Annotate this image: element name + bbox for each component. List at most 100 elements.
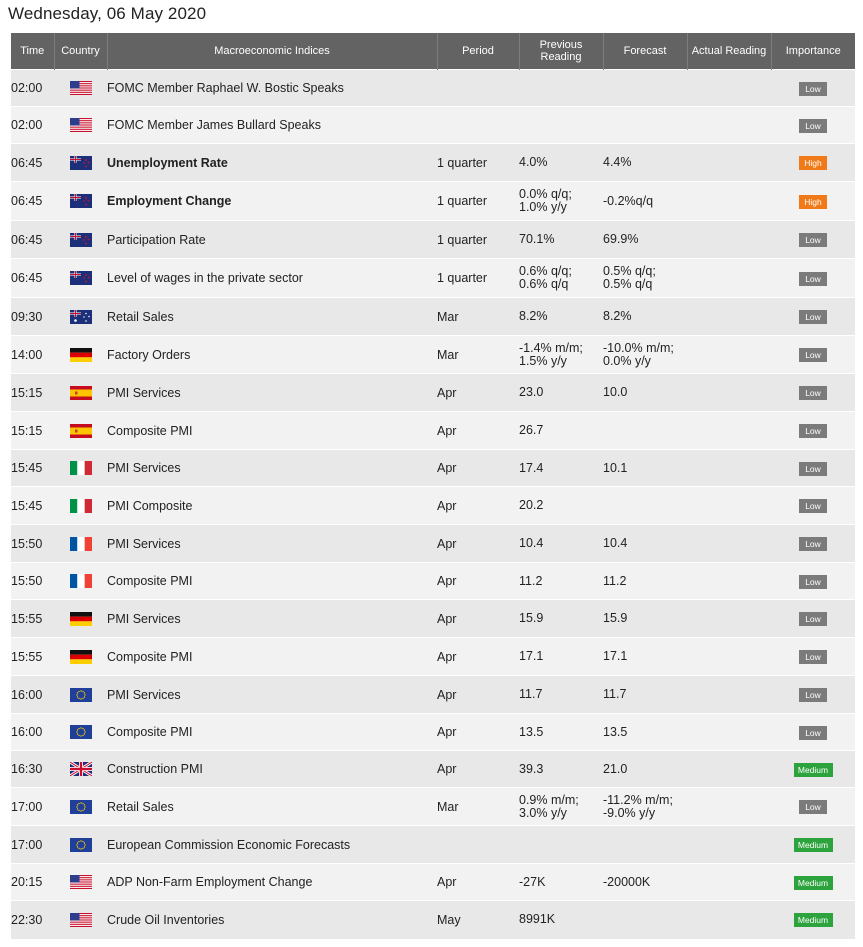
eu-flag-icon bbox=[69, 687, 92, 702]
table-row: 02:00 FOMC Member Raphael W. Bostic Speak… bbox=[11, 69, 855, 107]
row-forecast: 15.9 bbox=[603, 599, 687, 638]
previous-line1: 8.2% bbox=[519, 309, 548, 323]
header-time: Time bbox=[11, 33, 55, 70]
au-flag-icon bbox=[69, 309, 92, 324]
forecast-line2: 0.0% y/y bbox=[603, 353, 651, 368]
indicator-name: PMI Services bbox=[107, 687, 181, 702]
row-actual bbox=[687, 599, 771, 638]
importance-badge: Low bbox=[799, 118, 827, 133]
row-actual bbox=[687, 787, 771, 826]
row-forecast bbox=[603, 69, 687, 107]
indicator-name: Crude Oil Inventories bbox=[107, 912, 225, 927]
row-importance: Medium bbox=[771, 863, 855, 901]
row-time: 15:50 bbox=[11, 524, 54, 563]
eu-flag-icon bbox=[69, 725, 92, 740]
row-country bbox=[54, 335, 107, 374]
row-actual bbox=[687, 106, 771, 144]
row-period: Apr bbox=[437, 675, 519, 714]
row-forecast: -10.0% m/m; 0.0% y/y bbox=[603, 335, 687, 374]
forecast-line1: -11.2% m/m; bbox=[603, 792, 673, 807]
row-previous: 11.2 bbox=[519, 562, 603, 600]
indicator-name: Unemployment Rate bbox=[107, 155, 228, 170]
indicator-name: PMI Services bbox=[107, 611, 181, 626]
row-indicator: PMI Services bbox=[107, 524, 437, 563]
row-period: Apr bbox=[437, 599, 519, 638]
row-period: Apr bbox=[437, 373, 519, 412]
row-country bbox=[54, 411, 107, 450]
row-time: 06:45 bbox=[11, 143, 54, 182]
row-forecast: 10.4 bbox=[603, 524, 687, 563]
nz-flag-icon bbox=[69, 271, 92, 286]
row-previous: 39.3 bbox=[519, 750, 603, 788]
row-time: 15:45 bbox=[11, 449, 54, 487]
row-period: Apr bbox=[437, 486, 519, 525]
row-indicator: ADP Non-Farm Employment Change bbox=[107, 863, 437, 901]
row-importance: Low bbox=[771, 411, 855, 450]
row-previous: 20.2 bbox=[519, 486, 603, 525]
row-time: 02:00 bbox=[11, 69, 54, 107]
row-country bbox=[54, 825, 107, 864]
forecast-line1: 11.7 bbox=[603, 687, 627, 701]
importance-badge: Low bbox=[799, 574, 827, 589]
table-row: 15:15 Composite PMI Apr 26.7 Low bbox=[11, 411, 855, 450]
row-indicator: PMI Services bbox=[107, 675, 437, 714]
importance-badge: Low bbox=[799, 233, 827, 247]
row-period: Apr bbox=[437, 637, 519, 676]
table-row: 14:00 Factory Orders Mar -1.4% m/m; 1.5% y/y… bbox=[11, 335, 855, 374]
row-actual bbox=[687, 449, 771, 487]
forecast-line1: 13.5 bbox=[603, 724, 628, 739]
importance-badge: Low bbox=[799, 688, 827, 702]
table-row: 06:45 Employment Change 1 quarter 0.0% q/q;… bbox=[11, 181, 855, 221]
row-previous: 17.1 bbox=[519, 637, 603, 676]
forecast-line1: 15.9 bbox=[603, 611, 628, 625]
row-country bbox=[54, 258, 107, 298]
row-period bbox=[437, 825, 519, 864]
row-previous bbox=[519, 825, 603, 864]
row-indicator: Retail Sales bbox=[107, 297, 437, 336]
importance-badge: Medium bbox=[793, 913, 833, 928]
previous-line2: 3.0% y/y bbox=[519, 805, 567, 820]
forecast-line1: 17.1 bbox=[603, 649, 628, 663]
row-indicator: PMI Services bbox=[107, 373, 437, 412]
row-country bbox=[54, 449, 107, 487]
importance-badge: Low bbox=[799, 800, 827, 814]
previous-line2: 0.6% q/q bbox=[519, 277, 569, 291]
row-previous: 11.7 bbox=[519, 675, 603, 714]
row-previous: 0.9% m/m; 3.0% y/y bbox=[519, 787, 603, 826]
row-time: 20:15 bbox=[11, 863, 54, 901]
previous-line1: 4.0% bbox=[519, 155, 548, 169]
row-importance: Low bbox=[771, 562, 855, 600]
it-flag-icon bbox=[69, 498, 92, 513]
indicator-name: European Commission Economic Forecasts bbox=[107, 837, 351, 852]
row-time: 16:00 bbox=[11, 675, 54, 714]
row-indicator: FOMC Member James Bullard Speaks bbox=[107, 106, 437, 144]
row-previous: 26.7 bbox=[519, 411, 603, 450]
row-importance: High bbox=[771, 181, 855, 221]
forecast-line1: 21.0 bbox=[603, 761, 628, 776]
previous-line1: 8991K bbox=[519, 912, 556, 927]
forecast-line1: 10.4 bbox=[603, 536, 628, 550]
previous-line1: 23.0 bbox=[519, 385, 544, 399]
row-importance: Medium bbox=[771, 825, 855, 864]
row-country bbox=[54, 637, 107, 676]
eu-flag-icon bbox=[69, 837, 92, 852]
row-forecast bbox=[603, 106, 687, 144]
row-indicator: Level of wages in the private sector bbox=[107, 258, 437, 298]
row-indicator: Retail Sales bbox=[107, 787, 437, 826]
row-importance: Low bbox=[771, 713, 855, 751]
indicator-name: Employment Change bbox=[107, 194, 232, 208]
row-indicator: Composite PMI bbox=[107, 562, 437, 600]
table-row: 15:55 PMI Services Apr 15.9 15.9 Low bbox=[11, 599, 855, 638]
table-row: 15:15 PMI Services Apr 23.0 10.0 Low bbox=[11, 373, 855, 412]
row-actual bbox=[687, 713, 771, 751]
header-indices: Macroeconomic Indices bbox=[107, 33, 438, 70]
row-time: 15:15 bbox=[11, 373, 54, 412]
row-forecast: 0.5% q/q; 0.5% q/q bbox=[603, 258, 687, 298]
importance-badge: Medium bbox=[793, 838, 833, 852]
row-indicator: PMI Services bbox=[107, 449, 437, 487]
row-importance: Low bbox=[771, 258, 855, 298]
previous-line1: 26.7 bbox=[519, 423, 544, 437]
forecast-line1: -10.0% m/m; bbox=[603, 340, 674, 355]
indicator-name: FOMC Member Raphael W. Bostic Speaks bbox=[107, 81, 344, 95]
indicator-name: Composite PMI bbox=[107, 574, 193, 588]
